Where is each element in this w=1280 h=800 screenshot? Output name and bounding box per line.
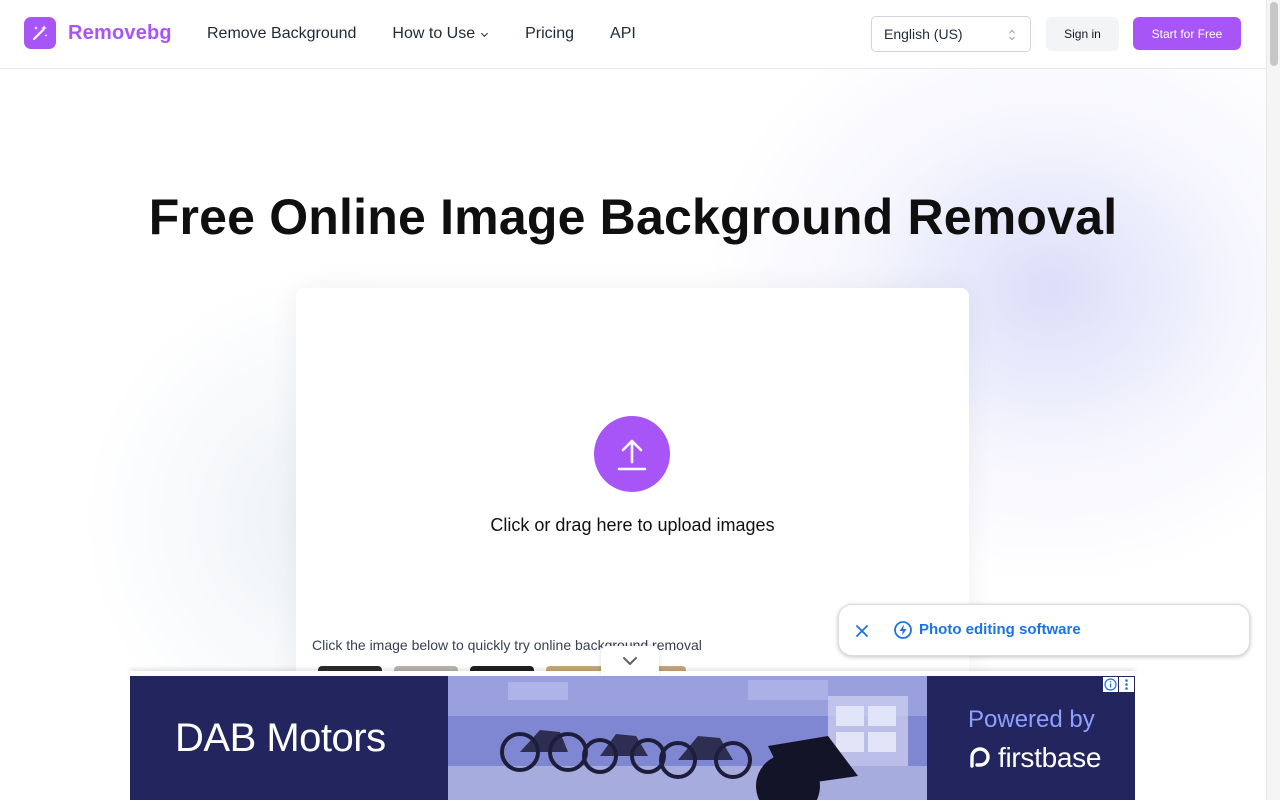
upload-button[interactable]: [594, 416, 670, 492]
logo-text: Removebg: [68, 21, 172, 44]
nav-item-pricing[interactable]: Pricing: [525, 25, 574, 43]
advertisement-banner[interactable]: DAB Motors Powered by firstbase: [130, 676, 1135, 800]
toast-label[interactable]: Photo editing software: [919, 621, 1081, 638]
ad-powered-by: Powered by: [968, 706, 1095, 733]
page-title: Free Online Image Background Removal: [148, 189, 1118, 245]
nav-item-label: API: [610, 25, 636, 42]
start-for-free-button[interactable]: Start for Free: [1133, 17, 1241, 50]
firstbase-logo-icon: [970, 747, 990, 768]
ad-options-icon[interactable]: [1119, 677, 1134, 692]
bolt-icon: [894, 621, 912, 639]
language-selected: English (US): [884, 26, 963, 42]
ad-info-icon[interactable]: [1103, 677, 1118, 692]
ad-suggestion-toast[interactable]: Photo editing software: [838, 604, 1250, 656]
scrollbar-thumb[interactable]: [1270, 2, 1278, 66]
magic-wand-icon: [24, 17, 56, 49]
page-scrollbar[interactable]: [1266, 0, 1280, 800]
nav-item-label: Remove Background: [207, 25, 357, 42]
nav-item-remove-background[interactable]: Remove Background: [207, 25, 356, 43]
logo[interactable]: Removebg: [24, 17, 172, 49]
chevron-down-icon: [481, 32, 489, 37]
upload-prompt: Click or drag here to upload images: [490, 515, 775, 535]
upload-arrow-icon: [617, 439, 647, 471]
nav-item-how-to-use[interactable]: How to Use: [392, 25, 489, 43]
ad-brand-text: DAB Motors: [175, 716, 386, 760]
select-arrows-icon: [1009, 29, 1015, 41]
nav-item-api[interactable]: API: [610, 25, 636, 43]
sign-in-button[interactable]: Sign in: [1046, 17, 1119, 51]
language-select[interactable]: English (US): [871, 16, 1031, 52]
chevron-down-icon: [623, 657, 637, 665]
nav-item-label: How to Use: [392, 25, 476, 42]
close-icon[interactable]: [853, 622, 871, 640]
site-header: Removebg Remove Background How to Use Pr…: [0, 0, 1266, 69]
main-nav: Remove Background How to Use Pricing API: [207, 0, 672, 68]
ad-sponsor: firstbase: [968, 742, 1101, 774]
nav-item-label: Pricing: [525, 25, 575, 42]
ad-collapse-tab[interactable]: [601, 646, 659, 676]
ad-motorcycle-image: [448, 676, 927, 800]
ad-sponsor-name: firstbase: [998, 742, 1102, 773]
